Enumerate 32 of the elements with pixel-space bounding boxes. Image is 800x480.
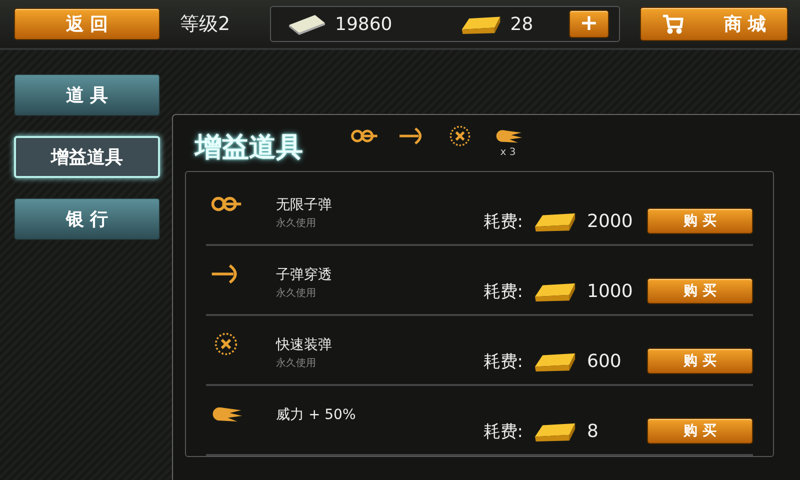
- item-name: 无限子弹: [276, 196, 333, 214]
- item-price: 600: [587, 350, 622, 372]
- panel-title: 增益道具: [195, 131, 303, 165]
- shop-button[interactable]: 商 城: [640, 7, 788, 41]
- sidebar-tab[interactable]: 道 具: [14, 74, 160, 116]
- item-name: 快速装弹: [276, 336, 333, 354]
- cash-icon: [287, 13, 327, 35]
- buy-button[interactable]: 购 买: [647, 418, 753, 444]
- item-price: 8: [587, 420, 600, 442]
- cost-label: 耗费:: [483, 350, 523, 372]
- item-name: 子弹穿透: [276, 266, 333, 284]
- buy-button[interactable]: 购 买: [647, 278, 753, 304]
- item-subtitle: 永久使用: [276, 286, 317, 300]
- item-subtitle: 永久使用: [276, 356, 317, 370]
- add-currency-button[interactable]: +: [569, 10, 609, 38]
- buy-button[interactable]: 购 买: [647, 208, 753, 234]
- cart-icon: [662, 14, 684, 34]
- item-subtitle: 永久使用: [276, 216, 317, 230]
- buy-button[interactable]: 购 买: [647, 348, 753, 374]
- cost-label: 耗费:: [483, 210, 523, 232]
- cost-label: 耗费:: [483, 280, 523, 302]
- item-price: 1000: [587, 280, 634, 302]
- cost-label: 耗费:: [483, 420, 523, 442]
- boost-count: x 3: [500, 147, 516, 158]
- sidebar-tab[interactable]: 增益道具: [14, 136, 160, 178]
- back-button[interactable]: 返 回: [14, 8, 160, 40]
- sidebar-tab[interactable]: 银 行: [14, 198, 160, 240]
- item-price: 2000: [587, 210, 634, 232]
- cash-amount: 19860: [335, 14, 392, 34]
- level-label: 等级2: [180, 12, 232, 37]
- ingot-amount: 28: [510, 14, 534, 34]
- item-name: 威力 + 50%: [276, 406, 357, 424]
